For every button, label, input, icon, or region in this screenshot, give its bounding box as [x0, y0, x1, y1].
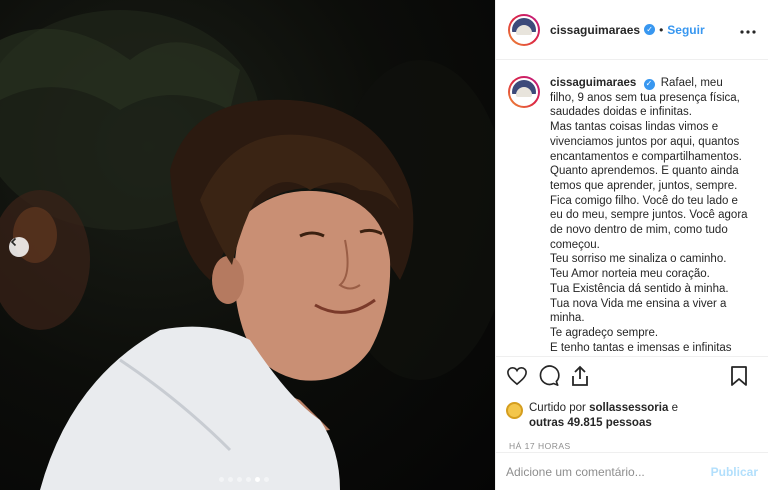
heart-icon — [507, 366, 527, 385]
caption-line: Mas tantas coisas lindas vimos e vivenci… — [550, 121, 742, 163]
share-button[interactable] — [570, 365, 590, 392]
caption-line: Te agradeço sempre. — [550, 326, 659, 339]
comment-button[interactable] — [538, 364, 560, 392]
caption-line: Quanto aprendemos. E quanto ainda temos … — [550, 165, 739, 192]
comment-icon — [539, 364, 560, 386]
carousel-indicator — [219, 477, 269, 482]
carousel-dot — [237, 477, 242, 482]
liker-avatar[interactable] — [506, 402, 523, 419]
liker-username[interactable]: sollassessoria — [589, 402, 668, 414]
header-separator: • — [659, 22, 664, 37]
bookmark-icon — [731, 365, 747, 386]
follow-button[interactable]: Seguir — [667, 23, 704, 37]
chevron-left-icon — [10, 237, 17, 247]
author-username[interactable]: cissaguimaraes — [550, 23, 640, 37]
photo-portrait — [0, 10, 495, 490]
carousel-dot — [219, 477, 224, 482]
share-icon — [572, 365, 588, 386]
post-header: cissaguimaraes ✓ • Seguir — [496, 0, 768, 60]
caption-line: E tenho tantas e imensas e infinitas — [550, 341, 732, 354]
author-avatar[interactable] — [508, 13, 540, 46]
more-options-icon[interactable] — [740, 21, 756, 39]
save-button[interactable] — [730, 365, 748, 392]
post-photo[interactable] — [0, 0, 495, 490]
carousel-dot — [264, 477, 269, 482]
caption-text: cissaguimaraes ✓ Rafael, meu filho, 9 an… — [550, 76, 750, 355]
post-timestamp[interactable]: HÁ 17 HORAS — [509, 441, 758, 451]
likes-others-link[interactable]: outras 49.815 pessoas — [529, 417, 652, 429]
caption-line: Teu Amor norteia meu coração. — [550, 268, 710, 281]
caption-username[interactable]: cissaguimaraes — [550, 77, 636, 89]
publish-button[interactable]: Publicar — [711, 465, 758, 479]
post-details-panel: cissaguimaraes ✓ • Seguir cissaguimaraes… — [495, 0, 768, 490]
caption-line: Tua Existência dá sentido à minha. — [550, 282, 729, 295]
likes-middle: e — [668, 402, 678, 414]
carousel-dot — [228, 477, 233, 482]
caption-line: Tua nova Vida me ensina a viver a minha. — [550, 297, 727, 325]
likes-summary: Curtido por sollassessoria e outras 49.8… — [506, 401, 758, 431]
comment-input[interactable] — [506, 464, 711, 479]
caption-line: Teu sorriso me sinaliza o caminho. — [550, 253, 727, 266]
caption-author-avatar[interactable] — [508, 76, 540, 108]
action-bar: Curtido por sollassessoria e outras 49.8… — [496, 356, 768, 451]
carousel-dot — [246, 477, 251, 482]
comments-area[interactable]: cissaguimaraes ✓ Rafael, meu filho, 9 an… — [496, 60, 768, 356]
likes-prefix: Curtido por — [529, 402, 590, 414]
caption-comment: cissaguimaraes ✓ Rafael, meu filho, 9 an… — [508, 76, 756, 355]
caption-line: Fica comigo filho. Você do teu lado e eu… — [550, 194, 748, 251]
like-button[interactable] — [506, 366, 528, 391]
carousel-dot — [255, 477, 260, 482]
ellipsis-icon — [740, 29, 756, 34]
verified-badge-icon: ✓ — [643, 78, 655, 90]
add-comment-bar: Publicar — [496, 452, 768, 490]
carousel-prev-button[interactable] — [9, 237, 29, 257]
verified-badge-icon: ✓ — [644, 24, 656, 35]
